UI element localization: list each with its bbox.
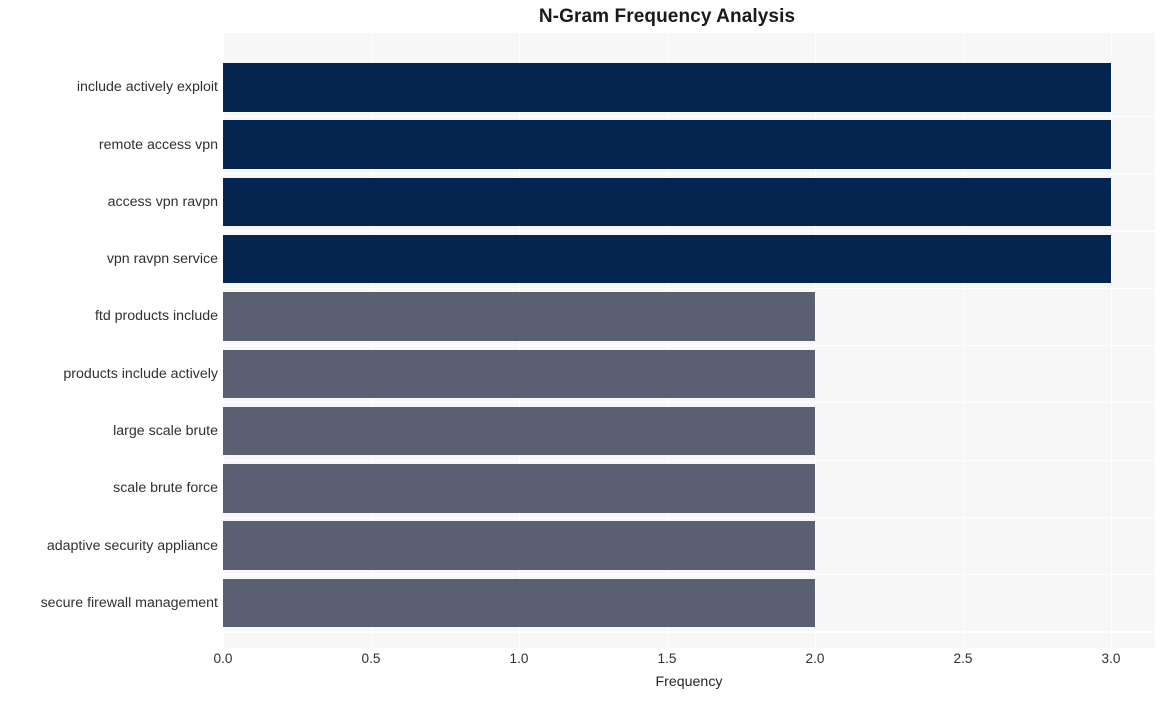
chart-title: N-Gram Frequency Analysis xyxy=(538,6,796,27)
y-axis-tick-label: scale brute force xyxy=(113,480,218,497)
x-axis-tick-label: 1.5 xyxy=(657,651,677,666)
gridline-horizontal xyxy=(223,631,1155,633)
chart-figure: N-Gram Frequency Analysis include active… xyxy=(0,0,1163,701)
y-axis-tick-label: ftd products include xyxy=(94,308,218,325)
bar[interactable] xyxy=(223,521,815,570)
bar[interactable] xyxy=(223,464,815,513)
bar[interactable] xyxy=(223,120,1111,169)
x-axis-tick-label: 1.0 xyxy=(509,651,529,666)
gridline-horizontal xyxy=(223,574,1155,576)
bar[interactable] xyxy=(223,234,1111,284)
x-axis-tick-label: 2.5 xyxy=(953,651,973,666)
x-axis-tick-label: 0.0 xyxy=(213,651,233,666)
x-axis-label: Frequency xyxy=(655,674,723,690)
gridline-horizontal xyxy=(223,459,1155,461)
bar[interactable] xyxy=(223,578,815,628)
y-axis-tick-label: vpn ravpn service xyxy=(106,251,218,268)
gridline-horizontal xyxy=(223,115,1155,117)
bar[interactable] xyxy=(223,63,1111,112)
gridline-horizontal xyxy=(223,287,1155,289)
gridline-horizontal xyxy=(223,344,1155,347)
gridline-vertical xyxy=(1111,33,1113,648)
y-axis-tick-label: secure firewall management xyxy=(40,594,218,611)
y-axis-tick-label: remote access vpn xyxy=(98,136,218,153)
x-axis-tick-label: 0.5 xyxy=(361,651,381,666)
y-axis-tick-label: large scale brute xyxy=(113,423,218,440)
y-axis-tick-label: adaptive security appliance xyxy=(46,537,218,554)
y-axis-tick-label: products include actively xyxy=(63,365,218,382)
bar[interactable] xyxy=(223,406,815,456)
plot-area xyxy=(223,33,1155,648)
bar[interactable] xyxy=(223,349,815,398)
gridline-horizontal xyxy=(223,230,1155,232)
gridline-horizontal xyxy=(223,516,1155,519)
bar[interactable] xyxy=(223,292,815,341)
x-axis-tick-label: 2.0 xyxy=(805,651,825,666)
gridline-horizontal xyxy=(223,173,1155,175)
y-axis-tick-label: access vpn ravpn xyxy=(107,193,218,210)
bar[interactable] xyxy=(223,177,1111,227)
x-axis-tick-label: 3.0 xyxy=(1101,651,1121,666)
y-axis-tick-label: include actively exploit xyxy=(76,79,218,96)
gridline-horizontal xyxy=(223,402,1155,404)
